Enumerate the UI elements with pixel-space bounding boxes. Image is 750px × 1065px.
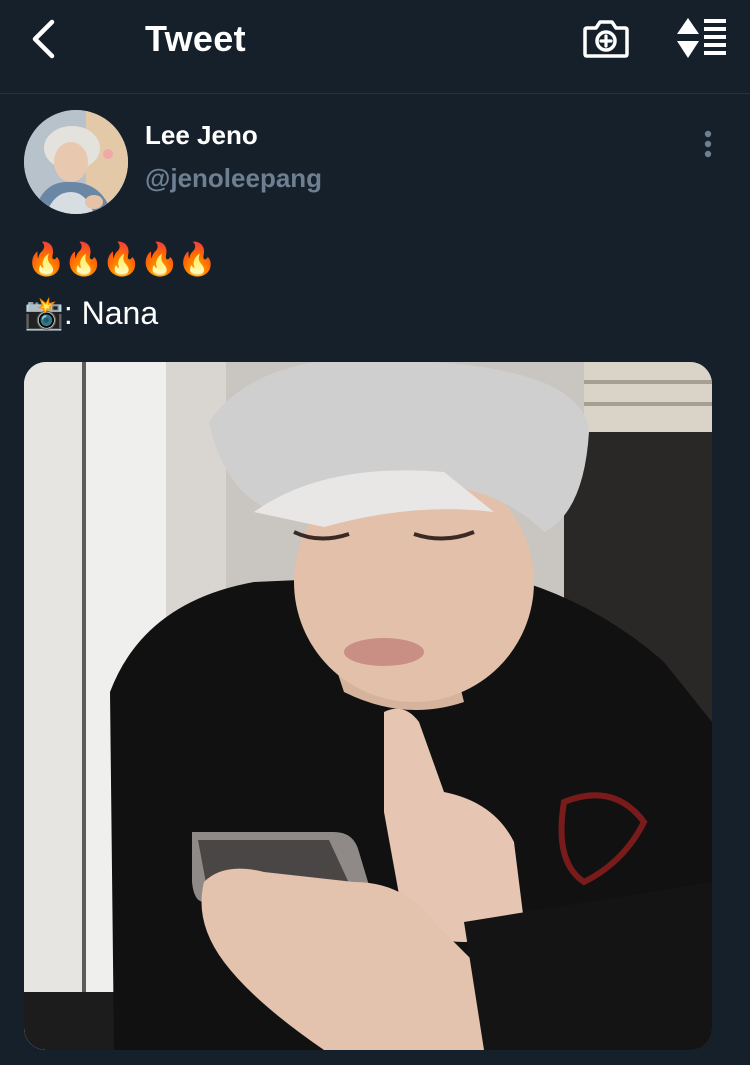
camera-add-icon	[583, 20, 629, 58]
author-display-name[interactable]: Lee Jeno	[145, 120, 258, 151]
chevron-left-icon	[32, 19, 55, 59]
tweet-text-credit: 📸: Nana	[24, 295, 159, 331]
tweet-photo[interactable]	[24, 362, 712, 1050]
author-handle[interactable]: @jenoleepang	[145, 163, 322, 194]
photo-image	[24, 362, 712, 1050]
more-vertical-icon	[704, 130, 712, 158]
avatar-photo	[24, 110, 128, 214]
back-button[interactable]	[22, 16, 68, 62]
sort-button[interactable]	[676, 17, 728, 59]
more-options-button[interactable]	[696, 128, 720, 162]
sort-icon	[677, 18, 726, 58]
avatar[interactable]	[24, 110, 128, 214]
tweet-text-emojis: 🔥🔥🔥🔥🔥	[26, 241, 217, 277]
top-bar: Tweet	[0, 0, 750, 94]
page-title: Tweet	[145, 18, 246, 59]
tweet-detail-screen: Tweet Lee Jeno @jenoleepang 🔥🔥🔥🔥🔥 📸: Nan…	[0, 0, 750, 1065]
camera-button[interactable]	[582, 16, 630, 60]
